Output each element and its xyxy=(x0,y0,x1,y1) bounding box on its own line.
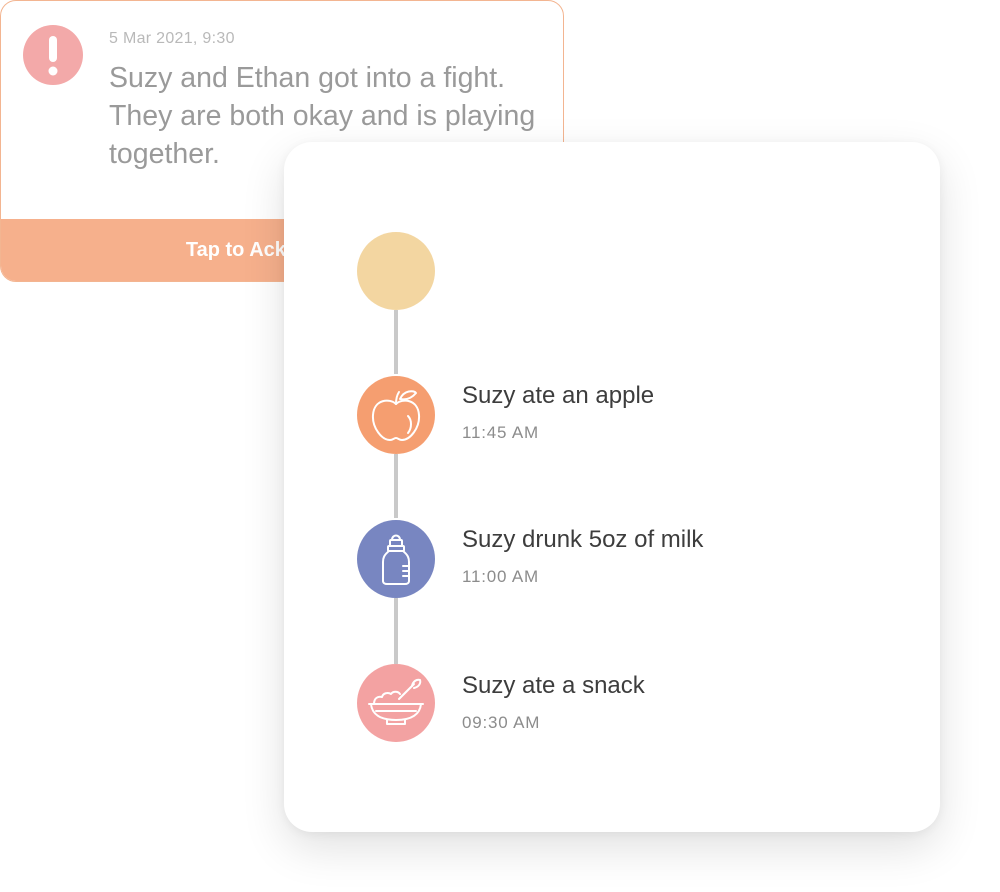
timeline-item-milk xyxy=(357,520,435,598)
baby-bottle-icon xyxy=(382,534,410,585)
timeline-item-title: Suzy ate a snack xyxy=(462,672,645,699)
timeline-card: Suzy ate an apple 11:45 AM Suzy drunk 5o… xyxy=(284,142,940,832)
timeline-item-time: 11:00 AM xyxy=(462,567,539,586)
timeline-item-title: Suzy ate an apple xyxy=(462,382,655,409)
timeline-item-snack xyxy=(357,664,435,742)
exclamation-icon xyxy=(23,25,83,85)
alert-date: 5 Mar 2021, 9:30 xyxy=(109,30,235,47)
bowl-icon xyxy=(368,678,424,725)
timeline-connector xyxy=(394,598,398,664)
apple-icon xyxy=(371,390,421,441)
timeline-connector xyxy=(394,454,398,518)
timeline-connector xyxy=(394,310,398,374)
timeline-item-time: 11:45 AM xyxy=(462,423,539,442)
timeline-status-dot xyxy=(357,232,435,310)
timeline-item-title: Suzy drunk 5oz of milk xyxy=(462,526,704,553)
timeline-item-apple xyxy=(357,376,435,454)
timeline-item-time: 09:30 AM xyxy=(462,713,541,732)
